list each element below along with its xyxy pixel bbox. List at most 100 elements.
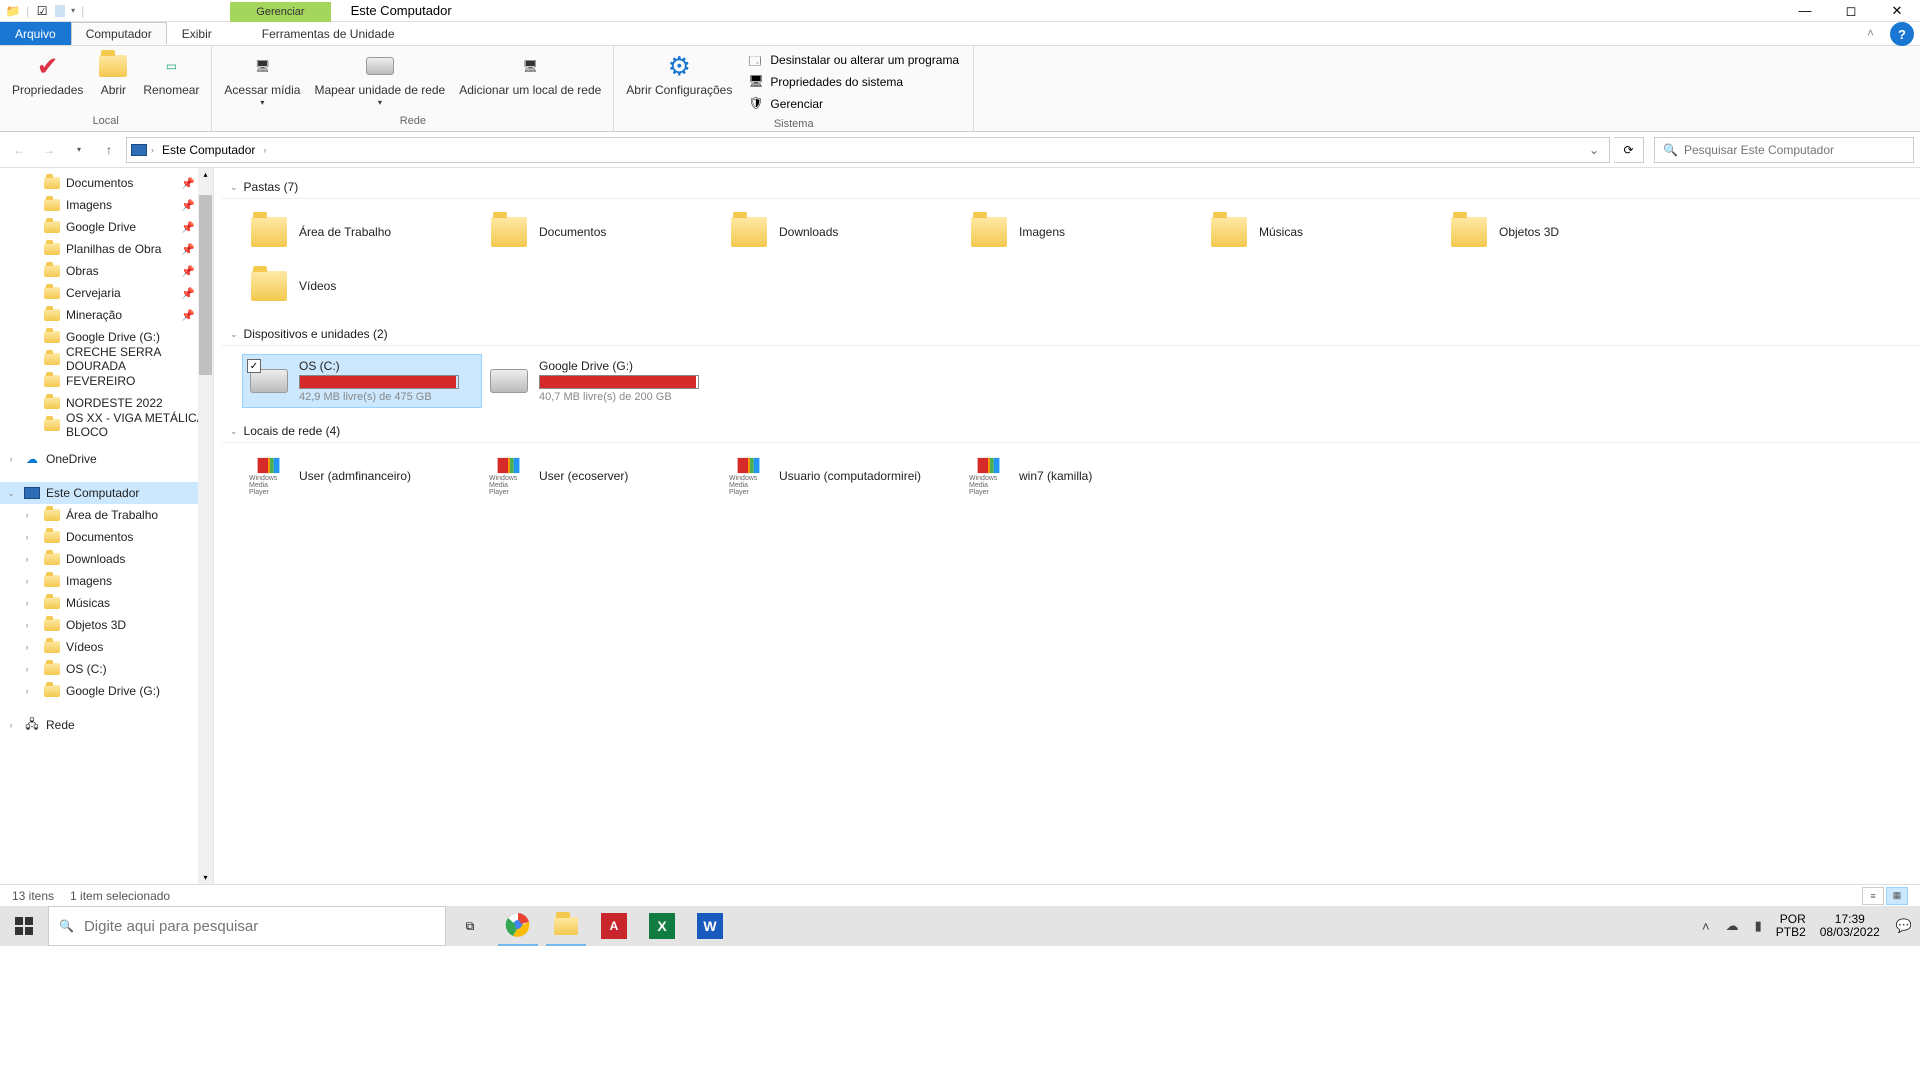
sidebar-network[interactable]: ›🖧Rede	[0, 714, 213, 736]
scroll-up-icon[interactable]: ▴	[201, 168, 209, 181]
expand-icon[interactable]: ›	[6, 454, 16, 464]
drive-item[interactable]: ✓OS (C:)42,9 MB livre(s) de 475 GB	[242, 354, 482, 408]
network-location-item[interactable]: WindowsMedia PlayerUsuario (computadormi…	[722, 451, 962, 501]
sidebar-item[interactable]: ›Área de Trabalho	[0, 504, 213, 526]
system-properties-button[interactable]: 🖥Propriedades do sistema	[744, 72, 963, 92]
folder-item[interactable]: Músicas	[1202, 207, 1442, 257]
folder-item[interactable]: Imagens	[962, 207, 1202, 257]
back-button[interactable]: ←	[6, 137, 32, 163]
expand-icon[interactable]: ›	[22, 576, 32, 586]
taskbar-chrome[interactable]	[494, 906, 542, 946]
address-dropdown-icon[interactable]: ⌄	[1583, 143, 1605, 157]
refresh-button[interactable]: ⟳	[1614, 137, 1644, 163]
sidebar-item[interactable]: ›Downloads	[0, 548, 213, 570]
breadcrumb-bar[interactable]: › Este Computador › ⌄	[126, 137, 1610, 163]
expand-icon[interactable]: ›	[22, 532, 32, 542]
tray-overflow-icon[interactable]: ˄	[1694, 919, 1718, 934]
network-location-item[interactable]: WindowsMedia Playerwin7 (kamilla)	[962, 451, 1202, 501]
sidebar-item[interactable]: Cervejaria📌	[0, 282, 213, 304]
minimize-button[interactable]: —	[1782, 0, 1828, 22]
folder-item[interactable]: Documentos	[482, 207, 722, 257]
access-media-button[interactable]: 🖥Acessar mídia▾	[218, 48, 306, 109]
sidebar-item[interactable]: ›Vídeos	[0, 636, 213, 658]
search-input[interactable]	[1684, 143, 1905, 157]
up-button[interactable]: ↑	[96, 137, 122, 163]
sidebar-item[interactable]: Mineração📌	[0, 304, 213, 326]
taskbar-excel[interactable]: X	[638, 906, 686, 946]
start-button[interactable]	[0, 906, 48, 946]
expand-icon[interactable]: ›	[6, 720, 16, 730]
sidebar-item[interactable]: ›Músicas	[0, 592, 213, 614]
taskbar-word[interactable]: W	[686, 906, 734, 946]
tab-view[interactable]: Exibir	[167, 22, 227, 45]
taskbar-search[interactable]: 🔍	[48, 906, 446, 946]
open-settings-button[interactable]: ⚙Abrir Configurações	[620, 48, 738, 99]
language-indicator[interactable]: PORPTB2	[1770, 913, 1812, 939]
chevron-right-icon[interactable]: ›	[263, 145, 266, 155]
help-button[interactable]: ?	[1890, 22, 1914, 46]
expand-icon[interactable]: ›	[22, 510, 32, 520]
taskbar-search-input[interactable]	[84, 918, 435, 935]
chevron-down-icon[interactable]: ⌄	[230, 426, 238, 437]
group-header-network[interactable]: ⌄Locais de rede (4)	[222, 420, 1920, 443]
content-pane[interactable]: ⌄Pastas (7) Área de TrabalhoDocumentosDo…	[214, 168, 1920, 884]
sidebar-item[interactable]: ›Documentos	[0, 526, 213, 548]
view-details-button[interactable]: ≡	[1862, 887, 1884, 905]
folder-item[interactable]: Objetos 3D	[1442, 207, 1682, 257]
task-view-button[interactable]: ⧉	[446, 906, 494, 946]
sidebar-item[interactable]: OS XX - VIGA METÁLICA BLOCO	[0, 414, 213, 436]
sidebar-item[interactable]: ›OS (C:)	[0, 658, 213, 680]
search-box[interactable]: 🔍	[1654, 137, 1914, 163]
rename-button[interactable]: ▭Renomear	[137, 48, 205, 99]
collapse-icon[interactable]: ⌄	[6, 488, 16, 499]
checkbox-icon[interactable]: ✓	[247, 359, 261, 373]
tab-computer[interactable]: Computador	[71, 22, 167, 45]
chevron-down-icon[interactable]: ⌄	[230, 329, 238, 340]
expand-icon[interactable]: ›	[22, 620, 32, 630]
forward-button[interactable]: →	[36, 137, 62, 163]
sidebar-item[interactable]: Obras📌	[0, 260, 213, 282]
expand-icon[interactable]: ›	[22, 554, 32, 564]
tab-drive-tools[interactable]: Ferramentas de Unidade	[247, 22, 410, 45]
taskbar-acrobat[interactable]: A	[590, 906, 638, 946]
sidebar-onedrive[interactable]: ›☁OneDrive	[0, 448, 213, 470]
qat-new-icon[interactable]	[55, 5, 65, 17]
expand-icon[interactable]: ›	[22, 664, 32, 674]
folder-item[interactable]: Área de Trabalho	[242, 207, 482, 257]
scroll-down-icon[interactable]: ▾	[201, 871, 209, 884]
view-large-icons-button[interactable]: ▦	[1886, 887, 1908, 905]
sidebar-item[interactable]: CRECHE SERRA DOURADA	[0, 348, 213, 370]
tray-battery-icon[interactable]: ▮	[1747, 918, 1770, 934]
tab-file[interactable]: Arquivo	[0, 22, 71, 45]
expand-icon[interactable]: ›	[22, 686, 32, 696]
taskbar-explorer[interactable]	[542, 906, 590, 946]
chevron-down-icon[interactable]: ⌄	[230, 182, 238, 193]
folder-item[interactable]: Downloads	[722, 207, 962, 257]
sidebar-item[interactable]: ›Objetos 3D	[0, 614, 213, 636]
close-button[interactable]: ✕	[1874, 0, 1920, 22]
tray-onedrive-icon[interactable]: ☁	[1718, 918, 1747, 934]
group-header-folders[interactable]: ⌄Pastas (7)	[222, 176, 1920, 199]
sidebar-item[interactable]: Google Drive📌	[0, 216, 213, 238]
breadcrumb-root[interactable]: Este Computador	[158, 141, 259, 159]
manage-button[interactable]: 🛡Gerenciar	[744, 94, 963, 114]
network-location-item[interactable]: WindowsMedia PlayerUser (ecoserver)	[482, 451, 722, 501]
uninstall-button[interactable]: 🗔Desinstalar ou alterar um programa	[744, 50, 963, 70]
maximize-button[interactable]: ◻	[1828, 0, 1874, 22]
group-header-drives[interactable]: ⌄Dispositivos e unidades (2)	[222, 323, 1920, 346]
properties-button[interactable]: ✔Propriedades	[6, 48, 89, 99]
chevron-right-icon[interactable]: ›	[151, 145, 154, 155]
sidebar-item[interactable]: ›Imagens	[0, 570, 213, 592]
expand-icon[interactable]: ›	[22, 598, 32, 608]
folder-item[interactable]: Vídeos	[242, 261, 482, 311]
context-tab-manage[interactable]: Gerenciar	[230, 2, 330, 22]
qat-properties-icon[interactable]: ☑	[35, 4, 49, 18]
sidebar-item[interactable]: Documentos📌	[0, 172, 213, 194]
sidebar-item[interactable]: ›Google Drive (G:)	[0, 680, 213, 702]
scrollbar-thumb[interactable]	[199, 195, 212, 375]
sidebar-item[interactable]: Planilhas de Obra📌	[0, 238, 213, 260]
network-location-item[interactable]: WindowsMedia PlayerUser (admfinanceiro)	[242, 451, 482, 501]
sidebar-item[interactable]: FEVEREIRO	[0, 370, 213, 392]
notifications-icon[interactable]: 💬	[1888, 918, 1920, 934]
navigation-pane[interactable]: Documentos📌Imagens📌Google Drive📌Planilha…	[0, 168, 214, 884]
